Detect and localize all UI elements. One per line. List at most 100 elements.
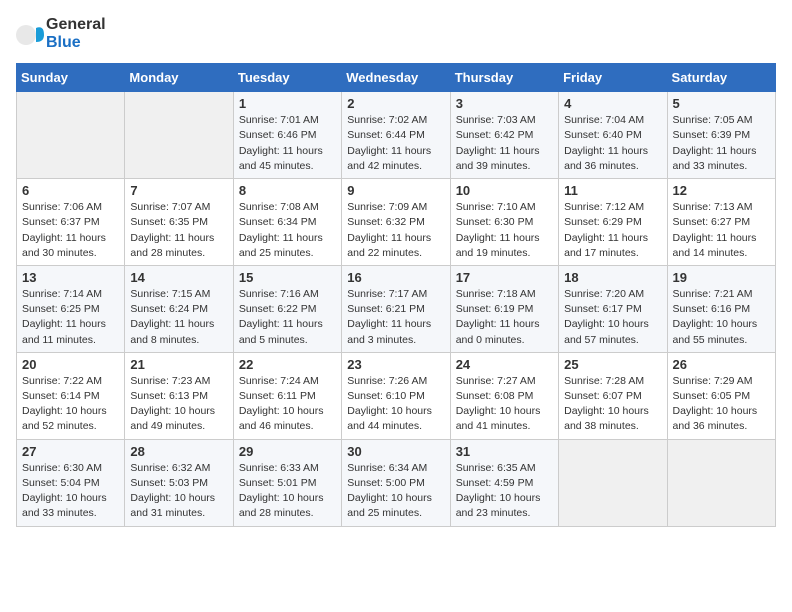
calendar-cell: 27 Sunrise: 6:30 AMSunset: 5:04 PMDayligh… — [17, 439, 125, 526]
weekday-header-wednesday: Wednesday — [342, 64, 450, 92]
calendar-cell: 5 Sunrise: 7:05 AMSunset: 6:39 PMDaylight… — [667, 92, 775, 179]
day-number: 10 — [456, 183, 553, 198]
logo-text-blue: Blue — [46, 34, 106, 52]
day-info: Sunrise: 7:07 AMSunset: 6:35 PMDaylight:… — [130, 200, 227, 261]
calendar-cell: 2 Sunrise: 7:02 AMSunset: 6:44 PMDaylight… — [342, 92, 450, 179]
logo: General Blue — [16, 16, 106, 51]
day-number: 13 — [22, 270, 119, 285]
day-info: Sunrise: 7:08 AMSunset: 6:34 PMDaylight:… — [239, 200, 336, 261]
calendar-cell: 22 Sunrise: 7:24 AMSunset: 6:11 PMDayligh… — [233, 352, 341, 439]
day-info: Sunrise: 7:28 AMSunset: 6:07 PMDaylight:… — [564, 374, 661, 435]
calendar-table: SundayMondayTuesdayWednesdayThursdayFrid… — [16, 63, 776, 526]
day-number: 8 — [239, 183, 336, 198]
day-info: Sunrise: 7:10 AMSunset: 6:30 PMDaylight:… — [456, 200, 553, 261]
day-info: Sunrise: 7:13 AMSunset: 6:27 PMDaylight:… — [673, 200, 770, 261]
calendar-cell: 1 Sunrise: 7:01 AMSunset: 6:46 PMDaylight… — [233, 92, 341, 179]
calendar-week-5: 27 Sunrise: 6:30 AMSunset: 5:04 PMDayligh… — [17, 439, 776, 526]
day-number: 25 — [564, 357, 661, 372]
weekday-header-thursday: Thursday — [450, 64, 558, 92]
calendar-cell: 6Sunrise: 7:06 AMSunset: 6:37 PMDaylight… — [17, 179, 125, 266]
day-number: 11 — [564, 183, 661, 198]
day-info: Sunrise: 7:18 AMSunset: 6:19 PMDaylight:… — [456, 287, 553, 348]
day-number: 7 — [130, 183, 227, 198]
calendar-cell: 28 Sunrise: 6:32 AMSunset: 5:03 PMDayligh… — [125, 439, 233, 526]
day-number: 28 — [130, 444, 227, 459]
day-info: Sunrise: 6:30 AMSunset: 5:04 PMDaylight:… — [22, 461, 119, 522]
day-info: Sunrise: 6:32 AMSunset: 5:03 PMDaylight:… — [130, 461, 227, 522]
calendar-cell: 10 Sunrise: 7:10 AMSunset: 6:30 PMDayligh… — [450, 179, 558, 266]
day-info: Sunrise: 7:24 AMSunset: 6:11 PMDaylight:… — [239, 374, 336, 435]
day-number: 20 — [22, 357, 119, 372]
day-info: Sunrise: 7:03 AMSunset: 6:42 PMDaylight:… — [456, 113, 553, 174]
calendar-cell: 24Sunrise: 7:27 AMSunset: 6:08 PMDayligh… — [450, 352, 558, 439]
weekday-header-sunday: Sunday — [17, 64, 125, 92]
day-info: Sunrise: 6:34 AMSunset: 5:00 PMDaylight:… — [347, 461, 444, 522]
weekday-header-saturday: Saturday — [667, 64, 775, 92]
day-info: Sunrise: 7:02 AMSunset: 6:44 PMDaylight:… — [347, 113, 444, 174]
day-number: 31 — [456, 444, 553, 459]
day-info: Sunrise: 7:16 AMSunset: 6:22 PMDaylight:… — [239, 287, 336, 348]
calendar-cell: 4 Sunrise: 7:04 AMSunset: 6:40 PMDaylight… — [559, 92, 667, 179]
day-info: Sunrise: 7:04 AMSunset: 6:40 PMDaylight:… — [564, 113, 661, 174]
day-info: Sunrise: 7:17 AMSunset: 6:21 PMDaylight:… — [347, 287, 444, 348]
day-number: 17 — [456, 270, 553, 285]
calendar-cell: 13 Sunrise: 7:14 AMSunset: 6:25 PMDayligh… — [17, 265, 125, 352]
day-info: Sunrise: 7:05 AMSunset: 6:39 PMDaylight:… — [673, 113, 770, 174]
calendar-cell: 15 Sunrise: 7:16 AMSunset: 6:22 PMDayligh… — [233, 265, 341, 352]
day-number: 30 — [347, 444, 444, 459]
day-number: 6 — [22, 183, 119, 198]
calendar-cell: 29 Sunrise: 6:33 AMSunset: 5:01 PMDayligh… — [233, 439, 341, 526]
weekday-header-tuesday: Tuesday — [233, 64, 341, 92]
calendar-cell: 9 Sunrise: 7:09 AMSunset: 6:32 PMDaylight… — [342, 179, 450, 266]
day-info: Sunrise: 7:12 AMSunset: 6:29 PMDaylight:… — [564, 200, 661, 261]
day-number: 21 — [130, 357, 227, 372]
calendar-cell: 11 Sunrise: 7:12 AMSunset: 6:29 PMDayligh… — [559, 179, 667, 266]
day-number: 4 — [564, 96, 661, 111]
calendar-cell: 14 Sunrise: 7:15 AMSunset: 6:24 PMDayligh… — [125, 265, 233, 352]
day-number: 9 — [347, 183, 444, 198]
calendar-cell: 26Sunrise: 7:29 AMSunset: 6:05 PMDayligh… — [667, 352, 775, 439]
day-info: Sunrise: 7:23 AMSunset: 6:13 PMDaylight:… — [130, 374, 227, 435]
day-number: 18 — [564, 270, 661, 285]
day-number: 5 — [673, 96, 770, 111]
calendar-cell: 16 Sunrise: 7:17 AMSunset: 6:21 PMDayligh… — [342, 265, 450, 352]
calendar-week-4: 20 Sunrise: 7:22 AMSunset: 6:14 PMDayligh… — [17, 352, 776, 439]
day-number: 23 — [347, 357, 444, 372]
day-info: Sunrise: 7:15 AMSunset: 6:24 PMDaylight:… — [130, 287, 227, 348]
day-number: 19 — [673, 270, 770, 285]
day-info: Sunrise: 7:20 AMSunset: 6:17 PMDaylight:… — [564, 287, 661, 348]
day-number: 14 — [130, 270, 227, 285]
calendar-cell: 23 Sunrise: 7:26 AMSunset: 6:10 PMDayligh… — [342, 352, 450, 439]
calendar-week-1: 1 Sunrise: 7:01 AMSunset: 6:46 PMDaylight… — [17, 92, 776, 179]
calendar-cell — [667, 439, 775, 526]
calendar-cell — [17, 92, 125, 179]
day-number: 29 — [239, 444, 336, 459]
day-info: Sunrise: 7:09 AMSunset: 6:32 PMDaylight:… — [347, 200, 444, 261]
calendar-header: SundayMondayTuesdayWednesdayThursdayFrid… — [17, 64, 776, 92]
day-number: 16 — [347, 270, 444, 285]
day-number: 2 — [347, 96, 444, 111]
weekday-header-friday: Friday — [559, 64, 667, 92]
day-number: 3 — [456, 96, 553, 111]
day-number: 1 — [239, 96, 336, 111]
calendar-cell — [125, 92, 233, 179]
calendar-cell: 30 Sunrise: 6:34 AMSunset: 5:00 PMDayligh… — [342, 439, 450, 526]
calendar-cell: 21 Sunrise: 7:23 AMSunset: 6:13 PMDayligh… — [125, 352, 233, 439]
calendar-cell: 3 Sunrise: 7:03 AMSunset: 6:42 PMDaylight… — [450, 92, 558, 179]
day-number: 15 — [239, 270, 336, 285]
calendar-cell: 18 Sunrise: 7:20 AMSunset: 6:17 PMDayligh… — [559, 265, 667, 352]
day-info: Sunrise: 7:14 AMSunset: 6:25 PMDaylight:… — [22, 287, 119, 348]
day-info: Sunrise: 6:33 AMSunset: 5:01 PMDaylight:… — [239, 461, 336, 522]
day-info: Sunrise: 7:01 AMSunset: 6:46 PMDaylight:… — [239, 113, 336, 174]
calendar-week-2: 6Sunrise: 7:06 AMSunset: 6:37 PMDaylight… — [17, 179, 776, 266]
calendar-cell: 7 Sunrise: 7:07 AMSunset: 6:35 PMDaylight… — [125, 179, 233, 266]
weekday-header-monday: Monday — [125, 64, 233, 92]
calendar-cell: 19Sunrise: 7:21 AMSunset: 6:16 PMDayligh… — [667, 265, 775, 352]
calendar-week-3: 13 Sunrise: 7:14 AMSunset: 6:25 PMDayligh… — [17, 265, 776, 352]
day-number: 27 — [22, 444, 119, 459]
day-info: Sunrise: 7:22 AMSunset: 6:14 PMDaylight:… — [22, 374, 119, 435]
day-number: 22 — [239, 357, 336, 372]
calendar-cell: 20 Sunrise: 7:22 AMSunset: 6:14 PMDayligh… — [17, 352, 125, 439]
day-info: Sunrise: 7:26 AMSunset: 6:10 PMDaylight:… — [347, 374, 444, 435]
day-info: Sunrise: 6:35 AMSunset: 4:59 PMDaylight:… — [456, 461, 553, 522]
